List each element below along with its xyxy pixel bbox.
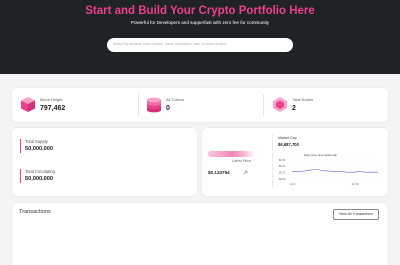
price-chart: Daily price and market cap $0.36 $0.24 $0.1… xyxy=(279,153,378,186)
market-card: Latest Price $0.133754 Market Cap $6,687… xyxy=(202,128,388,196)
latest-price-value: $0.133754 xyxy=(208,170,230,175)
stat-label: Total Nodes xyxy=(292,97,314,102)
latest-price-label: Latest Price xyxy=(232,159,251,163)
view-all-transactions-button[interactable]: View All Transactions xyxy=(333,209,379,220)
market-cap-label: Market Cap xyxy=(278,136,297,140)
cube-stack-icon xyxy=(21,97,35,112)
arrow-up-right-icon xyxy=(243,170,248,175)
y-tick-label: $0.00 xyxy=(279,177,286,181)
total-circulating: Total Circulating 50,000,000 xyxy=(20,169,170,183)
x-tick-label: Jul 16 xyxy=(351,182,358,186)
stat-label: Block Height xyxy=(40,97,63,102)
total-supply-label: Total Supply xyxy=(25,139,48,144)
stat-label: All Tokens xyxy=(166,97,185,102)
y-tick-label: $0.24 xyxy=(279,164,286,168)
stat-value: 0 xyxy=(166,105,170,112)
total-supply-value: 50,000,000 xyxy=(25,145,53,152)
divider xyxy=(272,134,273,188)
y-tick-label: $0.12 xyxy=(279,171,286,175)
price-series-line xyxy=(292,169,378,173)
market-cap-value: $6,687,700 xyxy=(278,142,299,147)
hero-banner: Start and Build Your Crypto Portfolio He… xyxy=(0,0,400,74)
y-tick-label: $0.36 xyxy=(279,158,286,162)
total-supply: Total Supply 50,000,000 xyxy=(20,139,170,153)
search-placeholder: Search by address, token symbol, name, t… xyxy=(113,42,227,46)
total-circulating-label: Total Circulating xyxy=(25,169,55,174)
hero-subtitle: Powerful for Developers and supperfast w… xyxy=(130,20,270,25)
hero-title: Start and Build Your Crypto Portfolio He… xyxy=(85,5,315,17)
node-hexagon-icon xyxy=(273,97,287,112)
x-tick-label: Jul 6 xyxy=(290,182,296,186)
network-stats-card: Block Height 797,462 All Tokens 0 Total … xyxy=(12,88,388,122)
coin-stack-icon xyxy=(147,97,161,113)
total-circulating-value: 50,000,000 xyxy=(25,175,53,182)
stat-value: 2 xyxy=(292,105,296,112)
search-input[interactable]: Search by address, token symbol, name, t… xyxy=(107,38,293,52)
supply-card: Total Supply 50,000,000 Total Circulatin… xyxy=(12,128,197,196)
chart-title: Daily price and market cap xyxy=(304,153,338,157)
price-gradient-fade xyxy=(232,151,260,157)
divider xyxy=(263,94,264,116)
divider xyxy=(138,94,139,116)
transactions-title: Transactions xyxy=(19,209,51,215)
transactions-card: Transactions View All Transactions xyxy=(12,203,388,265)
stat-value: 797,462 xyxy=(40,105,66,112)
